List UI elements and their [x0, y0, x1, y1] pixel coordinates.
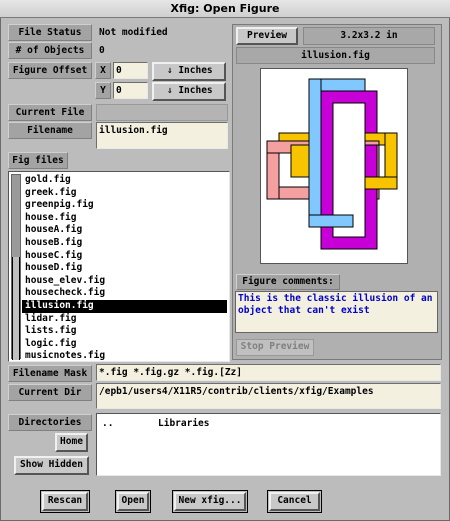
filename-mask-label: Filename Mask — [8, 365, 92, 382]
units-y-button[interactable]: ⇓ Inches — [152, 82, 226, 101]
file-list[interactable]: gold.fig greek.fig greenpig.fig house.fig ho… — [8, 171, 230, 362]
preview-button[interactable]: Preview — [236, 27, 298, 45]
file-list-scrollbar[interactable] — [11, 174, 21, 360]
objects-count-label: # of Objects — [8, 42, 92, 59]
filename-label: Filename — [8, 122, 92, 139]
new-xfig-button[interactable]: New xfig... — [172, 490, 248, 513]
file-list-item[interactable]: houseB.fig — [22, 237, 227, 250]
file-list-item[interactable]: lists.fig — [22, 325, 227, 338]
current-file-label: Current File — [8, 104, 92, 121]
rescan-button[interactable]: Rescan — [40, 490, 90, 513]
filename-input[interactable]: illusion.fig — [96, 122, 228, 149]
file-list-item[interactable]: illusion.fig — [22, 299, 227, 313]
open-label: Open — [117, 492, 149, 511]
arrow-down-icon: ⇓ — [166, 85, 173, 96]
rescan-label: Rescan — [42, 492, 88, 511]
preview-size: 3.2x3.2 in — [303, 27, 435, 45]
file-list-item[interactable]: musicnotes.fig — [22, 350, 227, 363]
stop-preview-button[interactable]: Stop Preview — [236, 339, 314, 356]
figure-offset-label: Figure Offset — [8, 62, 92, 79]
offset-x-label: X — [95, 62, 111, 79]
figure-comments-label: Figure comments: — [236, 274, 340, 290]
preview-canvas — [260, 68, 408, 264]
objects-count-value: 0 — [99, 45, 105, 56]
units-x-button[interactable]: ⇓ Inches — [152, 62, 226, 81]
show-hidden-button[interactable]: Show Hidden — [14, 456, 89, 475]
current-dir-input[interactable]: /epb1/users4/X11R5/contrib/clients/xfig/… — [96, 383, 441, 409]
offset-y-input[interactable]: 0 — [113, 82, 148, 99]
illusion-figure — [266, 78, 398, 250]
scrollbar-thumb[interactable] — [12, 257, 20, 360]
offset-y-label: Y — [95, 82, 111, 99]
file-status-label: File Status — [8, 24, 92, 41]
blue-overlap-bottom — [308, 214, 354, 228]
file-list-item[interactable]: house_elev.fig — [22, 275, 227, 288]
arrow-down-icon: ⇓ — [166, 65, 173, 76]
window-title: Xfig: Open Figure — [0, 0, 450, 18]
file-list-item[interactable]: housecheck.fig — [22, 287, 227, 300]
file-list-item[interactable]: house.fig — [22, 212, 227, 225]
filename-mask-value: *.fig *.fig.gz *.fig.[Zz] — [99, 367, 242, 378]
directories-label: Directories — [8, 414, 92, 431]
cancel-button[interactable]: Cancel — [267, 490, 322, 513]
pink-overlap-left — [266, 152, 280, 200]
home-button[interactable]: Home — [55, 433, 88, 452]
file-list-item[interactable]: logic.fig — [22, 338, 227, 351]
yellow-overlap-bottom — [364, 176, 398, 190]
current-dir-value: /epb1/users4/X11R5/contrib/clients/xfig/… — [99, 386, 374, 397]
file-list-item[interactable]: greenpig.fig — [22, 199, 227, 212]
directory-item[interactable]: Libraries — [155, 418, 235, 431]
figure-comments-text[interactable]: This is the classic illusion of an objec… — [235, 291, 438, 333]
units-y-label: Inches — [178, 85, 213, 96]
yellow-overlap-left — [290, 144, 310, 178]
preview-filename: illusion.fig — [236, 47, 435, 64]
offset-y-value: 0 — [116, 85, 122, 96]
file-list-item[interactable]: greek.fig — [22, 187, 227, 200]
directory-item[interactable]: .. — [99, 418, 139, 431]
file-list-item[interactable]: houseA.fig — [22, 224, 227, 237]
file-list-item[interactable]: houseD.fig — [22, 262, 227, 275]
current-file-value — [96, 104, 228, 121]
pink-overlap-bottom — [278, 186, 310, 200]
new-xfig-label: New xfig... — [174, 492, 246, 511]
filename-value: illusion.fig — [99, 125, 168, 136]
file-list-item[interactable]: gold.fig — [22, 174, 227, 187]
fig-files-tab[interactable]: Fig files — [8, 152, 68, 169]
filename-mask-input[interactable]: *.fig *.fig.gz *.fig.[Zz] — [96, 364, 441, 381]
units-x-label: Inches — [178, 65, 213, 76]
file-status-value: Not modified — [99, 27, 168, 38]
open-button[interactable]: Open — [115, 490, 151, 513]
directory-list[interactable]: .. Libraries — [96, 413, 441, 476]
cancel-label: Cancel — [269, 492, 320, 511]
current-dir-label: Current Dir — [8, 384, 92, 401]
pink-overlap-right — [364, 140, 380, 146]
offset-x-value: 0 — [116, 65, 122, 76]
blue-overlap-left — [308, 78, 322, 228]
file-list-item[interactable]: lidar.fig — [22, 313, 227, 326]
offset-x-input[interactable]: 0 — [113, 62, 148, 79]
file-list-item[interactable]: houseC.fig — [22, 250, 227, 263]
